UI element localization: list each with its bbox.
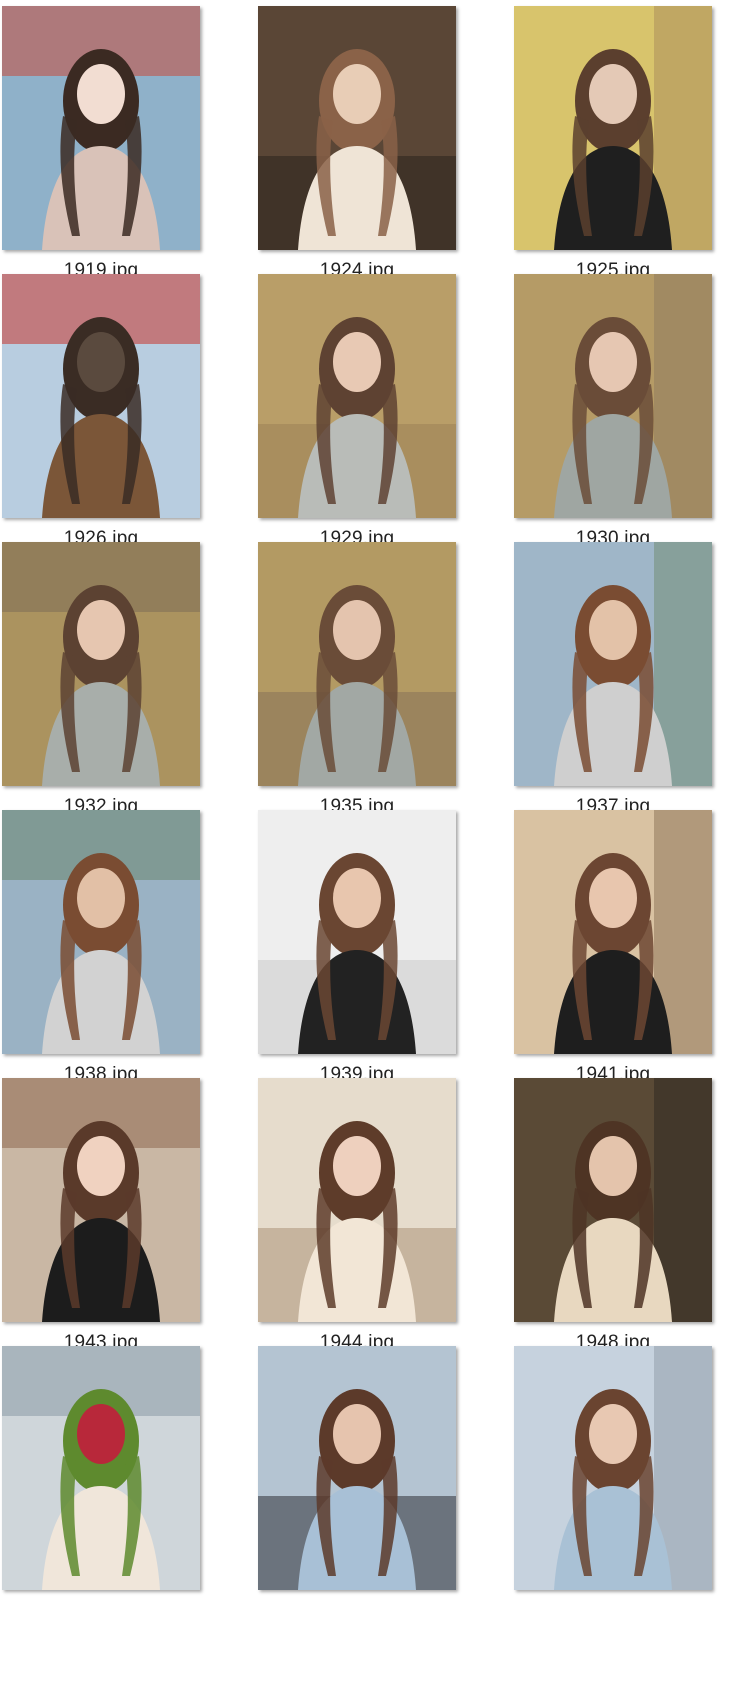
file-item[interactable]: 1932.jpg	[2, 542, 202, 832]
file-item[interactable]: 1935.jpg	[258, 542, 458, 832]
photo-thumbnail-icon[interactable]	[258, 6, 456, 250]
photo-thumbnail-icon[interactable]	[258, 542, 456, 786]
photo-thumbnail-icon[interactable]	[514, 810, 712, 1054]
file-item[interactable]	[514, 1346, 714, 1636]
photo-thumbnail-icon[interactable]	[2, 1078, 200, 1322]
file-item[interactable]: 1941.jpg	[514, 810, 714, 1100]
photo-thumbnail-icon[interactable]	[2, 274, 200, 518]
photo-thumbnail-icon[interactable]	[258, 810, 456, 1054]
file-item[interactable]: 1929.jpg	[258, 274, 458, 564]
file-item[interactable]: 1924.jpg	[258, 6, 458, 296]
photo-thumbnail-icon[interactable]	[514, 6, 712, 250]
file-item[interactable]	[258, 1346, 458, 1636]
file-item[interactable]: 1943.jpg	[2, 1078, 202, 1368]
file-item[interactable]: 1930.jpg	[514, 274, 714, 564]
file-item[interactable]	[2, 1346, 202, 1636]
photo-thumbnail-icon[interactable]	[258, 274, 456, 518]
file-item[interactable]: 1944.jpg	[258, 1078, 458, 1368]
file-item[interactable]: 1925.jpg	[514, 6, 714, 296]
photo-thumbnail-icon[interactable]	[514, 542, 712, 786]
photo-thumbnail-icon[interactable]	[258, 1078, 456, 1322]
file-item[interactable]: 1937.jpg	[514, 542, 714, 832]
photo-thumbnail-icon[interactable]	[2, 1346, 200, 1590]
photo-thumbnail-icon[interactable]	[2, 6, 200, 250]
photo-thumbnail-icon[interactable]	[258, 1346, 456, 1590]
file-grid: 1919.jpg 1924.jpg 1925.jpg 1926.jpg 1929	[0, 0, 756, 1698]
photo-thumbnail-icon[interactable]	[2, 542, 200, 786]
photo-thumbnail-icon[interactable]	[514, 1346, 712, 1590]
file-item[interactable]: 1939.jpg	[258, 810, 458, 1100]
file-item[interactable]: 1948.jpg	[514, 1078, 714, 1368]
file-item[interactable]: 1926.jpg	[2, 274, 202, 564]
photo-thumbnail-icon[interactable]	[514, 1078, 712, 1322]
file-item[interactable]: 1919.jpg	[2, 6, 202, 296]
photo-thumbnail-icon[interactable]	[514, 274, 712, 518]
file-item[interactable]: 1938.jpg	[2, 810, 202, 1100]
photo-thumbnail-icon[interactable]	[2, 810, 200, 1054]
